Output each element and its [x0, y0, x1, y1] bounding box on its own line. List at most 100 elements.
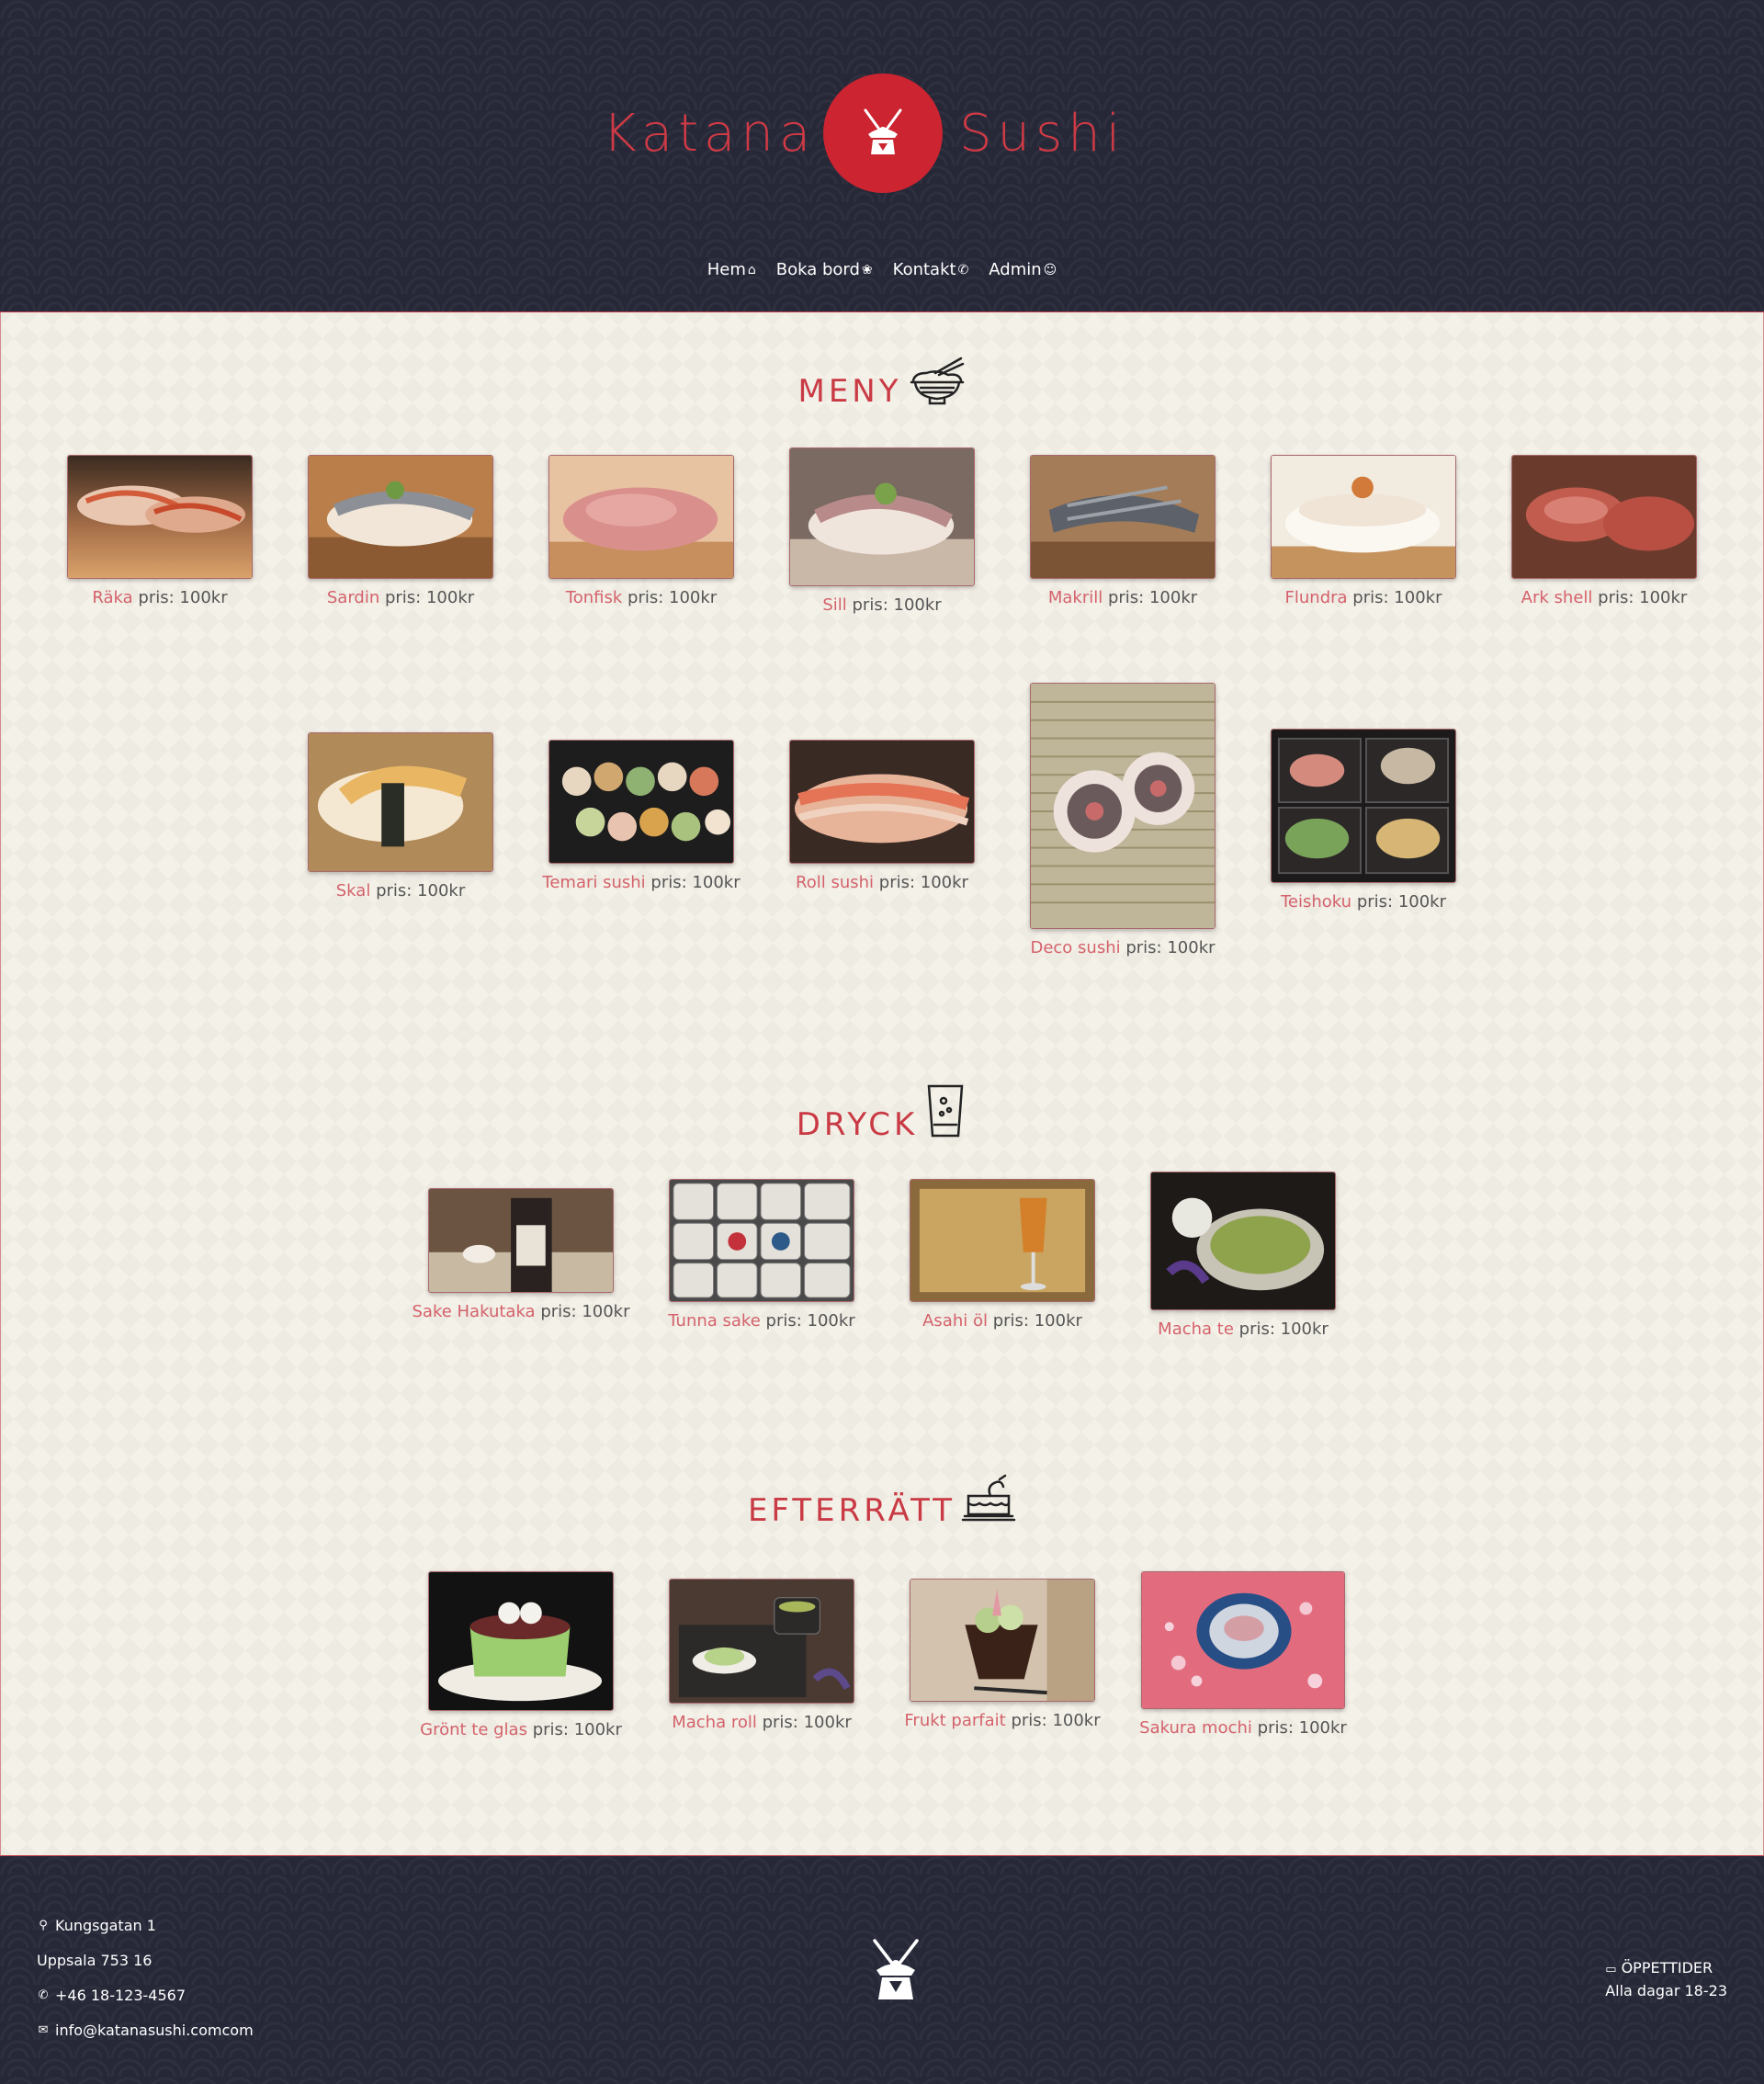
- menu-item[interactable]: Räka pris: 100kr: [40, 455, 280, 607]
- item-photo[interactable]: [669, 1579, 854, 1704]
- item-caption: Sill pris: 100kr: [822, 595, 941, 615]
- dessert-item[interactable]: Grönt te glas pris: 100kr: [401, 1571, 641, 1739]
- menu-item[interactable]: Ark shell pris: 100kr: [1484, 455, 1724, 607]
- menu-item[interactable]: Skal pris: 100kr: [280, 732, 521, 900]
- item-caption: Skal pris: 100kr: [336, 881, 465, 900]
- item-photo[interactable]: [1271, 455, 1456, 579]
- item-price: pris: 100kr: [1107, 588, 1198, 607]
- hours-title: ÖPPETTIDER: [1621, 1959, 1713, 1976]
- home-icon: ⌂: [747, 262, 756, 277]
- item-name[interactable]: Sake Hakutaka: [412, 1302, 535, 1321]
- item-name[interactable]: Flundra: [1285, 588, 1348, 607]
- item-name[interactable]: Teishoku: [1281, 892, 1351, 912]
- drink-item[interactable]: Asahi öl pris: 100kr: [882, 1179, 1123, 1331]
- drink-item[interactable]: Tunna sake pris: 100kr: [641, 1179, 882, 1331]
- item-photo[interactable]: [669, 1179, 854, 1302]
- item-name[interactable]: Macha roll: [672, 1713, 757, 1732]
- item-price: pris: 100kr: [650, 873, 741, 892]
- item-name[interactable]: Asahi öl: [922, 1311, 988, 1331]
- item-photo[interactable]: [1141, 1571, 1345, 1709]
- hours-value: Alla dagar 18-23: [1605, 1982, 1727, 1999]
- item-name[interactable]: Tunna sake: [668, 1311, 761, 1331]
- phone-number[interactable]: +46 18-123-4567: [55, 1987, 186, 2004]
- menu-item[interactable]: Deco sushi pris: 100kr: [1002, 683, 1243, 957]
- nav-book-table-label: Boka bord: [775, 260, 860, 279]
- item-photo[interactable]: [67, 455, 253, 579]
- menu-item[interactable]: Temari sushi pris: 100kr: [521, 740, 762, 892]
- menu-content: MENY Räka pris: 100kr Sardin pris: 100kr…: [0, 312, 1764, 1856]
- item-caption: Räka pris: 100kr: [92, 588, 227, 607]
- menu-item[interactable]: Sill pris: 100kr: [762, 447, 1002, 615]
- dessert-item[interactable]: Macha roll pris: 100kr: [641, 1579, 882, 1732]
- drink-item[interactable]: Sake Hakutaka pris: 100kr: [401, 1188, 641, 1321]
- section-meny-heading: MENY: [1, 355, 1763, 410]
- item-photo[interactable]: [308, 455, 493, 579]
- item-price: pris: 100kr: [852, 595, 942, 615]
- sushi-tray-icon: ❀: [861, 262, 873, 277]
- item-photo[interactable]: [910, 1579, 1095, 1702]
- menu-item[interactable]: Roll sushi pris: 100kr: [762, 740, 1002, 892]
- item-price: pris: 100kr: [765, 1311, 855, 1331]
- phone-line[interactable]: ✆ +46 18-123-4567: [37, 1977, 254, 2012]
- item-name[interactable]: Räka: [92, 588, 132, 607]
- section-efterratt-heading: EFTERRÄTT: [1, 1474, 1763, 1529]
- nav-admin[interactable]: Admin ☺: [989, 260, 1057, 279]
- item-caption: Roll sushi pris: 100kr: [796, 873, 968, 892]
- nav-book-table[interactable]: Boka bord ❀: [776, 260, 873, 279]
- email-line[interactable]: ✉ info@katanasushi.comcom: [37, 2012, 254, 2047]
- address-line-2: Uppsala 753 16: [37, 1942, 254, 1977]
- item-photo[interactable]: [428, 1188, 614, 1293]
- item-name[interactable]: Macha te: [1158, 1319, 1234, 1339]
- item-name[interactable]: Sardin: [327, 588, 379, 607]
- section-meny-title: MENY: [797, 373, 902, 410]
- section-dryck-title: DRYCK: [796, 1106, 919, 1143]
- item-name[interactable]: Makrill: [1048, 588, 1102, 607]
- site-footer: ⚲ Kungsgatan 1 Uppsala 753 16 ✆ +46 18-1…: [0, 1856, 1764, 2084]
- item-photo[interactable]: [1271, 729, 1456, 883]
- menu-item[interactable]: Flundra pris: 100kr: [1243, 455, 1484, 607]
- item-name[interactable]: Tonfisk: [566, 588, 623, 607]
- item-photo[interactable]: [1511, 455, 1697, 579]
- opening-hours: ▭ ÖPPETTIDER Alla dagar 18-23: [1605, 1957, 1727, 2001]
- item-photo[interactable]: [548, 740, 734, 864]
- item-photo[interactable]: [1030, 683, 1216, 929]
- item-photo[interactable]: [1150, 1172, 1336, 1310]
- address-city: Uppsala 753 16: [37, 1951, 153, 1969]
- nav-home[interactable]: Hem ⌂: [707, 260, 756, 279]
- item-photo[interactable]: [789, 740, 975, 864]
- email-address[interactable]: info@katanasushi.comcom: [55, 2022, 254, 2039]
- item-name[interactable]: Temari sushi: [542, 873, 645, 892]
- nav-contact[interactable]: Kontakt ✆: [893, 260, 969, 279]
- item-photo[interactable]: [910, 1179, 1095, 1302]
- menu-item[interactable]: Tonfisk pris: 100kr: [521, 455, 762, 607]
- cake-icon: [961, 1474, 1016, 1529]
- item-name[interactable]: Sill: [822, 595, 846, 615]
- item-price: pris: 100kr: [992, 1311, 1082, 1331]
- menu-item[interactable]: Teishoku pris: 100kr: [1243, 729, 1484, 912]
- item-name[interactable]: Deco sushi: [1030, 938, 1120, 957]
- hours-heading: ▭ ÖPPETTIDER: [1605, 1957, 1727, 1980]
- nav-admin-label: Admin: [989, 260, 1042, 279]
- item-photo[interactable]: [789, 447, 975, 586]
- item-photo[interactable]: [308, 732, 493, 872]
- calendar-icon: ▭: [1605, 1963, 1617, 1976]
- item-name[interactable]: Ark shell: [1521, 588, 1593, 607]
- item-name[interactable]: Roll sushi: [796, 873, 874, 892]
- dessert-item[interactable]: Sakura mochi pris: 100kr: [1123, 1571, 1363, 1738]
- item-name[interactable]: Sakura mochi: [1139, 1718, 1252, 1738]
- item-name[interactable]: Skal: [336, 881, 371, 900]
- menu-item[interactable]: Sardin pris: 100kr: [280, 455, 521, 607]
- item-name[interactable]: Grönt te glas: [420, 1720, 527, 1739]
- item-photo[interactable]: [1030, 455, 1216, 579]
- item-photo[interactable]: [548, 455, 734, 579]
- section-efterratt-title: EFTERRÄTT: [747, 1492, 956, 1529]
- item-name[interactable]: Frukt parfait: [904, 1711, 1005, 1730]
- dessert-item[interactable]: Frukt parfait pris: 100kr: [882, 1579, 1123, 1730]
- brand-logo[interactable]: Katana Sushi: [0, 74, 1764, 193]
- samurai-helmet-icon: [823, 74, 943, 193]
- phone-icon: ✆: [38, 1988, 49, 2002]
- drink-item[interactable]: Macha te pris: 100kr: [1123, 1172, 1363, 1339]
- item-photo[interactable]: [428, 1571, 614, 1711]
- menu-item[interactable]: Makrill pris: 100kr: [1002, 455, 1243, 607]
- admin-icon: ☺: [1043, 262, 1057, 277]
